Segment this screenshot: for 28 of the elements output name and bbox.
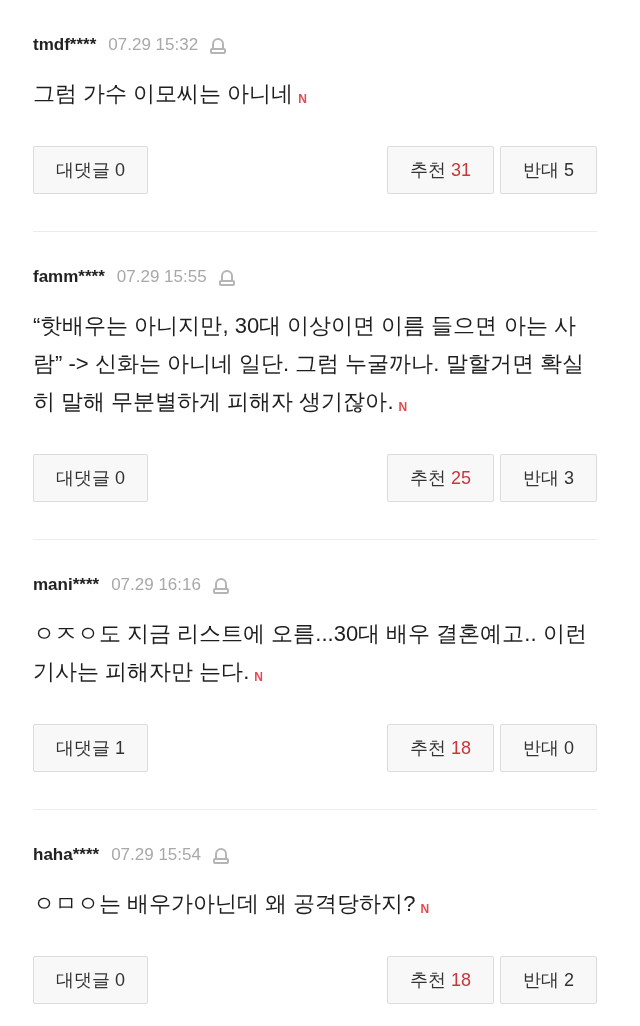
oppose-button[interactable]: 반대 0 xyxy=(500,724,597,772)
timestamp: 07.29 15:55 xyxy=(116,267,207,287)
recommend-button[interactable]: 추천 25 xyxy=(386,454,494,502)
comment-text: ㅇㅁㅇ는 배우가아닌데 왜 공격당하지? N xyxy=(33,890,431,918)
comment-text: 그럼 가수 이모씨는 아니네 N xyxy=(33,80,308,108)
reply-button[interactable]: 대댓글 0 xyxy=(33,956,148,1004)
recommend-button[interactable]: 추천 31 xyxy=(386,146,494,194)
timestamp: 07.29 16:16 xyxy=(111,575,201,595)
recommend-button[interactable]: 추천 18 xyxy=(386,956,494,1004)
username: famm**** xyxy=(33,267,105,287)
siren-icon[interactable] xyxy=(210,36,227,54)
siren-icon[interactable] xyxy=(218,268,235,286)
oppose-button[interactable]: 반대 2 xyxy=(500,956,597,1004)
reply-button[interactable]: 대댓글 0 xyxy=(33,454,148,502)
oppose-button[interactable]: 반대 3 xyxy=(500,454,597,502)
oppose-button[interactable]: 반대 5 xyxy=(500,146,597,194)
reply-button[interactable]: 대댓글 0 xyxy=(33,146,148,194)
reply-button[interactable]: 대댓글 1 xyxy=(33,724,148,772)
username: mani**** xyxy=(33,575,100,595)
comment-text: “핫배우는 아니지만, 30대 이상이면 이름 들으면 아는 사람” -> 신화는 아니네 일단. 그럼 누굴까나. 말할거면 확실히 말해 무분별하게 피해자 생기잖아. N xyxy=(33,312,585,416)
siren-icon[interactable] xyxy=(212,846,229,864)
siren-icon[interactable] xyxy=(212,576,229,594)
comment-text: ㅇㅈㅇ도 지금 리스트에 오름...30대 배우 결혼예고.. 이런기사는 피해자만 는다. N xyxy=(33,620,588,686)
username: tmdf**** xyxy=(33,35,97,55)
timestamp: 07.29 15:54 xyxy=(111,845,201,865)
timestamp: 07.29 15:32 xyxy=(108,35,199,55)
recommend-button[interactable]: 추천 18 xyxy=(386,724,494,772)
username: haha**** xyxy=(33,845,100,865)
